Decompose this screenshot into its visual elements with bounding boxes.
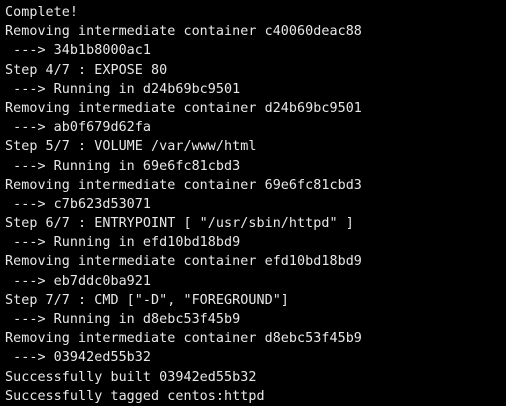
terminal-line: ---> Running in efd10bd18bd9 [5,235,241,251]
terminal-line: ---> 03942ed55b32 [5,350,152,366]
terminal-line: Successfully built 03942ed55b32 [5,369,257,385]
terminal-line: Removing intermediate container efd10bd1… [5,254,362,270]
terminal-line: Step 4/7 : EXPOSE 80 [5,62,168,78]
terminal-line: Removing intermediate container 69e6fc81… [5,177,362,193]
terminal-line: Step 5/7 : VOLUME /var/www/html [5,139,257,155]
terminal-line: ---> c7b623d53071 [5,196,152,212]
terminal-line: ---> Running in d8ebc53f45b9 [5,312,241,327]
terminal-line: Complete! [5,5,79,20]
terminal-line: Removing intermediate container d8ebc53f… [5,331,362,347]
terminal-line: Successfully tagged centos:httpd [5,388,265,404]
terminal-line: Removing intermediate container c40060de… [5,24,362,40]
terminal-window[interactable]: Complete! Removing intermediate containe… [0,0,506,405]
terminal-line: ---> 34b1b8000ac1 [5,43,152,59]
terminal-line: ---> Running in 69e6fc81cbd3 [5,158,241,174]
terminal-line: Removing intermediate container d24b69bc… [5,100,362,116]
terminal-line: Step 6/7 : ENTRYPOINT [ "/usr/sbin/httpd… [5,216,354,232]
terminal-line: ---> eb7ddc0ba921 [5,273,152,289]
terminal-line: Step 7/7 : CMD ["-D", "FOREGROUND"] [5,292,289,308]
terminal-line: ---> ab0f679d62fa [5,120,152,136]
terminal-line: ---> Running in d24b69bc9501 [5,81,241,97]
